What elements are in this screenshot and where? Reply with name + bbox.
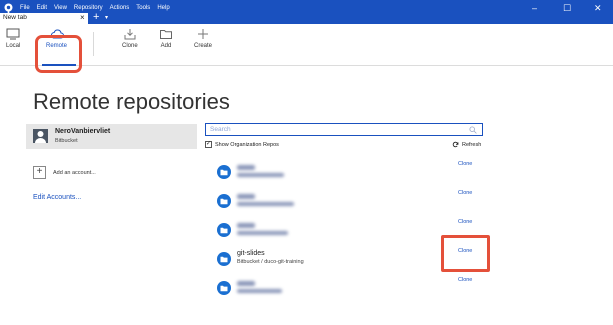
refresh-button[interactable]: Refresh bbox=[452, 141, 481, 148]
repo-name bbox=[237, 223, 255, 228]
clone-toolbar-label: Clone bbox=[122, 43, 138, 49]
search-input[interactable]: Search bbox=[205, 123, 483, 136]
repo-path bbox=[237, 202, 294, 206]
edit-accounts-link[interactable]: Edit Accounts... bbox=[33, 194, 81, 201]
avatar bbox=[33, 129, 48, 143]
repo-clone-link[interactable]: Clone bbox=[458, 277, 472, 283]
repo-clone-link[interactable]: Clone bbox=[458, 190, 472, 196]
repo-path bbox=[237, 289, 282, 293]
repo-folder-icon bbox=[217, 194, 231, 208]
add-toolbar-label: Add bbox=[160, 43, 172, 49]
download-icon bbox=[124, 29, 136, 40]
clone-highlight-annotation bbox=[441, 235, 490, 272]
add-account-plus-icon: + bbox=[33, 166, 46, 179]
close-window-button[interactable]: ✕ bbox=[594, 3, 602, 14]
repo-path bbox=[237, 231, 288, 235]
account-name: NeroVanbiervliet bbox=[55, 128, 111, 135]
page-title: Remote repositories bbox=[33, 89, 230, 114]
remote-highlight-annotation bbox=[35, 35, 82, 73]
repo-item[interactable]: Clone bbox=[205, 276, 488, 302]
tab-list-dropdown[interactable]: ▾ bbox=[105, 14, 108, 21]
show-org-repos-checkbox[interactable]: ✓ Show Organization Repos bbox=[205, 141, 279, 148]
menu-file[interactable]: File bbox=[20, 5, 30, 11]
minimize-button[interactable]: – bbox=[532, 3, 537, 13]
show-org-label: Show Organization Repos bbox=[215, 141, 279, 148]
search-placeholder: Search bbox=[210, 126, 231, 133]
add-account-label: Add an account... bbox=[53, 169, 96, 176]
repo-item[interactable]: Clone bbox=[205, 160, 488, 186]
clone-toolbar-button[interactable]: Clone bbox=[122, 28, 138, 49]
folder-icon bbox=[220, 285, 228, 291]
tab-new-tab[interactable]: New tab bbox=[0, 13, 88, 24]
create-toolbar-button[interactable]: Create bbox=[194, 28, 212, 49]
local-label: Local bbox=[6, 43, 21, 49]
user-icon bbox=[35, 131, 46, 143]
tab-title: New tab bbox=[3, 14, 27, 21]
folder-icon bbox=[160, 30, 172, 39]
folder-icon bbox=[220, 256, 228, 262]
repo-folder-icon bbox=[217, 281, 231, 295]
toolbar-divider bbox=[93, 32, 94, 56]
repo-folder-icon bbox=[217, 223, 231, 237]
account-card[interactable]: NeroVanbiervliet Bitbucket bbox=[26, 124, 197, 149]
menu-actions[interactable]: Actions bbox=[110, 5, 130, 11]
title-bar: File Edit View Repository Actions Tools … bbox=[0, 0, 613, 24]
repo-path bbox=[237, 173, 284, 177]
refresh-label: Refresh bbox=[462, 141, 482, 148]
checkbox-icon: ✓ bbox=[205, 141, 212, 148]
folder-icon bbox=[220, 169, 228, 175]
local-button[interactable]: Local bbox=[6, 28, 20, 49]
add-account-button[interactable]: + Add an account... bbox=[33, 166, 96, 179]
repo-path: Bitbucket / duco-git-training bbox=[237, 259, 304, 265]
repo-name bbox=[237, 281, 255, 286]
repo-item[interactable]: Clone bbox=[205, 189, 488, 215]
add-toolbar-button[interactable]: Add bbox=[159, 28, 173, 49]
create-toolbar-label: Create bbox=[194, 43, 213, 49]
repo-folder-icon bbox=[217, 165, 231, 179]
monitor-icon bbox=[6, 28, 20, 40]
folder-icon bbox=[220, 198, 228, 204]
maximize-button[interactable]: ☐ bbox=[563, 3, 571, 14]
plus-icon bbox=[198, 29, 208, 39]
toolbar: Local Remote Clone Add Create bbox=[0, 24, 613, 66]
menu-view[interactable]: View bbox=[54, 5, 67, 11]
refresh-icon bbox=[452, 141, 459, 148]
tab-close-icon[interactable]: × bbox=[80, 13, 85, 23]
folder-icon bbox=[220, 227, 228, 233]
repo-name bbox=[237, 194, 255, 199]
new-tab-button[interactable]: + bbox=[93, 11, 99, 23]
repo-clone-link[interactable]: Clone bbox=[458, 161, 472, 167]
repo-name bbox=[237, 165, 255, 170]
repo-folder-icon bbox=[217, 252, 231, 266]
search-icon bbox=[469, 126, 477, 134]
repo-clone-link[interactable]: Clone bbox=[458, 219, 472, 225]
menu-edit[interactable]: Edit bbox=[37, 5, 47, 11]
menu-tools[interactable]: Tools bbox=[136, 5, 150, 11]
repo-name: git-slides bbox=[237, 250, 265, 257]
account-service: Bitbucket bbox=[55, 138, 78, 144]
menu-help[interactable]: Help bbox=[157, 5, 169, 11]
